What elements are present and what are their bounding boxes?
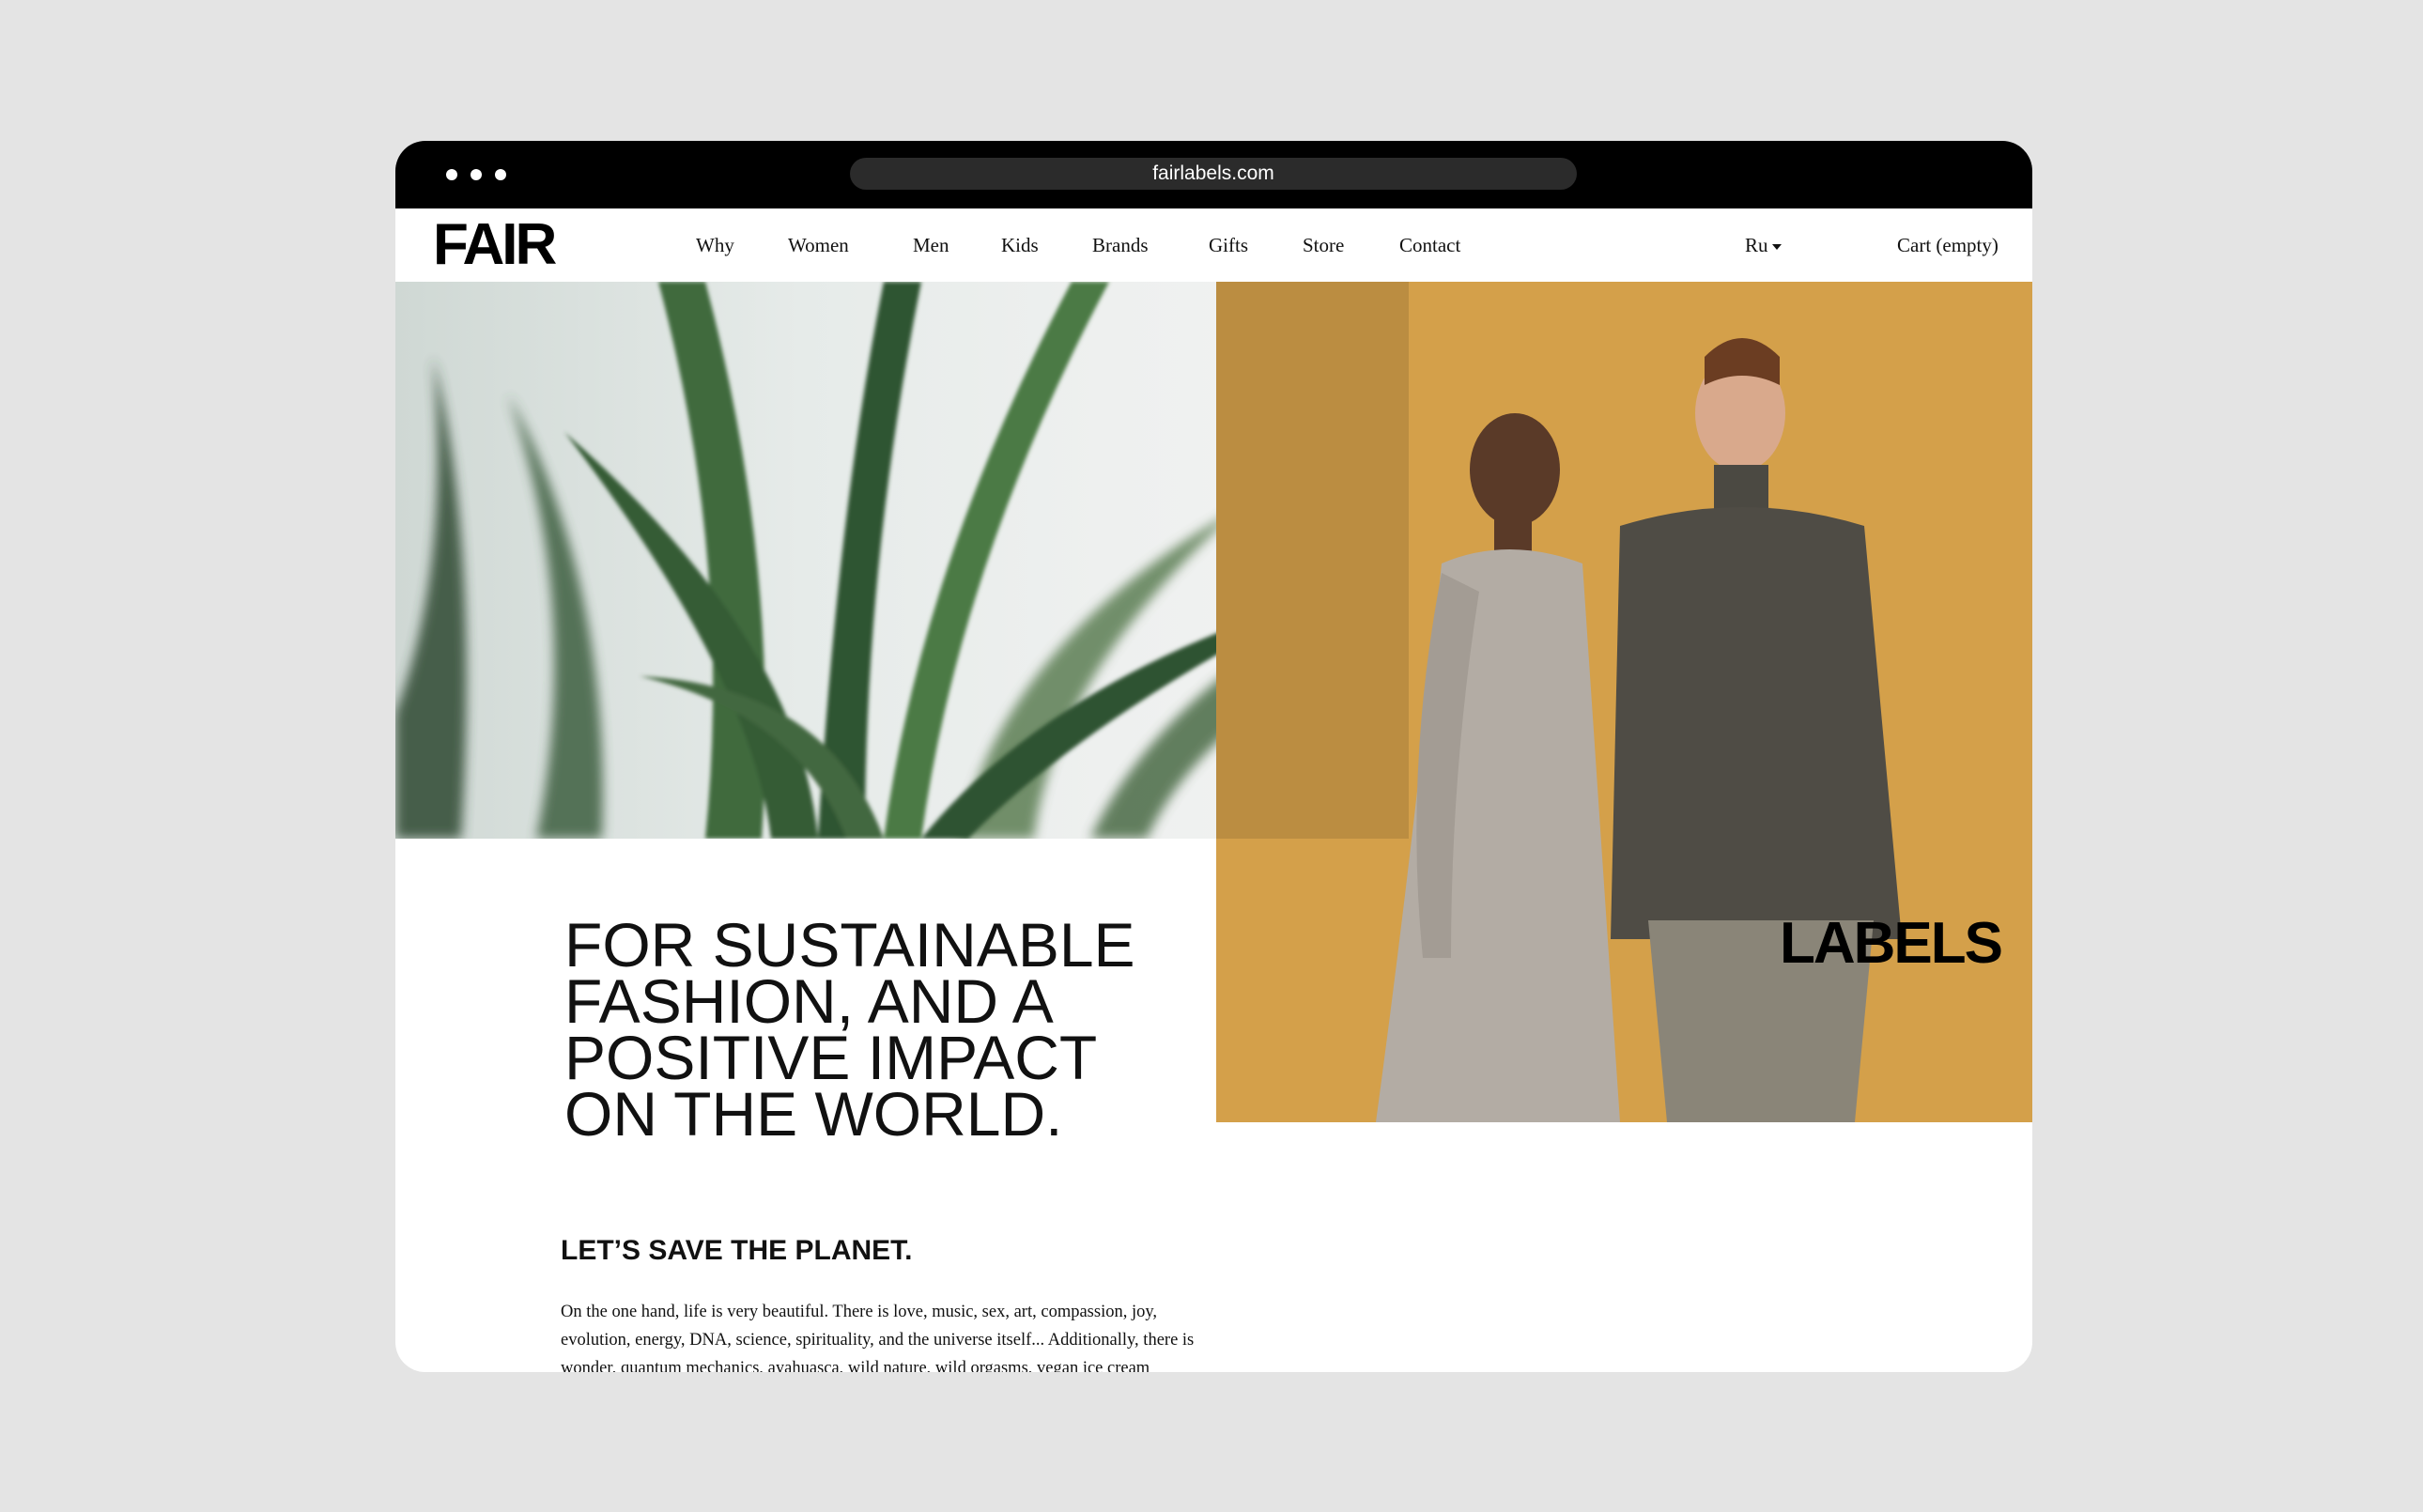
window-dot-icon[interactable] — [471, 169, 482, 180]
site-header: FAIR Why Women Men Kids Brands Gifts Sto… — [395, 208, 2032, 282]
nav-item-contact[interactable]: Contact — [1399, 233, 1460, 257]
cart-link[interactable]: Cart (empty) — [1897, 233, 1999, 257]
nav-item-men[interactable]: Men — [913, 233, 949, 257]
nav-item-kids[interactable]: Kids — [1001, 233, 1039, 257]
language-selector[interactable]: Ru — [1745, 233, 1782, 257]
nav-item-women[interactable]: Women — [788, 233, 849, 257]
window-dot-icon[interactable] — [495, 169, 506, 180]
language-label: Ru — [1745, 234, 1768, 256]
chevron-down-icon — [1771, 244, 1782, 251]
window-dot-icon[interactable] — [446, 169, 457, 180]
nav-item-gifts[interactable]: Gifts — [1209, 233, 1248, 257]
intro-title: LET’S SAVE THE PLANET. — [561, 1235, 913, 1266]
hero-headline: FOR SUSTAINABLE FASHION, AND A POSITIVE … — [564, 910, 1135, 1149]
photo-shadow-overlay — [1216, 282, 1409, 839]
nav-item-brands[interactable]: Brands — [1092, 233, 1149, 257]
browser-titlebar: fairlabels.com — [395, 141, 2032, 208]
nav-item-why[interactable]: Why — [696, 233, 734, 257]
intro-body: On the one hand, life is very beautiful.… — [561, 1303, 1195, 1372]
models-photo — [1216, 282, 2032, 1122]
nav-item-store[interactable]: Store — [1303, 233, 1344, 257]
address-bar[interactable]: fairlabels.com — [850, 158, 1577, 190]
browser-window: fairlabels.com FAIR Why Women Men Kids B… — [395, 141, 2032, 1372]
labels-overlay-text: LABELS — [1780, 911, 2003, 976]
site-logo[interactable]: FAIR — [433, 214, 557, 276]
